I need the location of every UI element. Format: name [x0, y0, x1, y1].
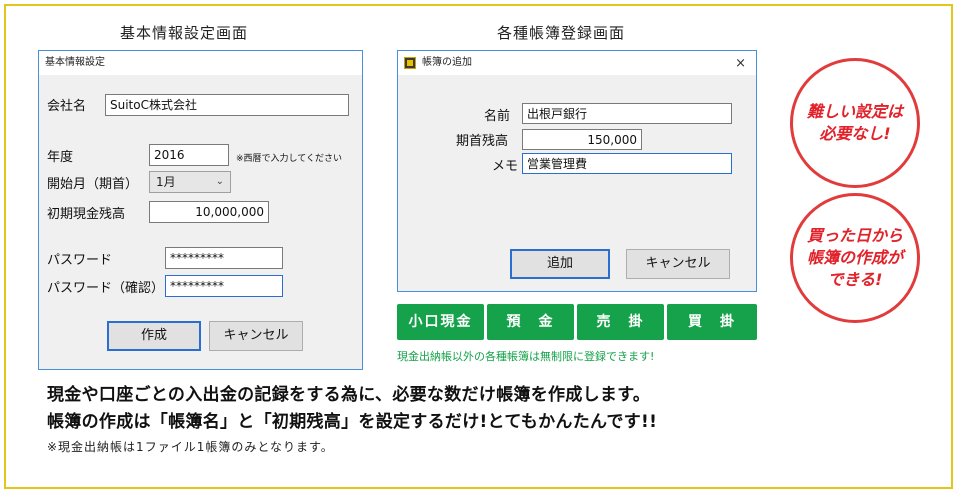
- ledger-type-payable: 買 掛: [667, 304, 757, 340]
- badge-bottom-line2: 帳簿の作成が: [806, 248, 903, 267]
- ledger-type-receivable: 売 掛: [577, 304, 664, 340]
- password-label: パスワード: [47, 253, 113, 268]
- ledger-type-petty-cash: 小口現金: [397, 304, 484, 340]
- badge-top-line2: 必要なし!: [819, 124, 891, 143]
- start-month-select[interactable]: 1月 ⌄: [149, 171, 231, 193]
- caption-basic: 基本情報設定画面: [120, 24, 249, 42]
- company-input[interactable]: SuitoC株式会社: [105, 94, 349, 116]
- year-label: 年度: [47, 150, 74, 165]
- ledger-add-window: 帳簿の追加 × 名前 出根戸銀行 期首残高 150,000 メモ 営業管理費 追…: [397, 50, 757, 292]
- basic-window-title: 基本情報設定: [39, 51, 362, 75]
- basic-cancel-button[interactable]: キャンセル: [209, 321, 303, 351]
- ledger-name-label: 名前: [484, 109, 511, 124]
- ledger-memo-input[interactable]: 営業管理費: [522, 153, 732, 174]
- description-line-2: 帳簿の作成は「帳簿名」と「初期残高」を設定するだけ!とてもかんたんです!!: [47, 412, 658, 432]
- ledger-title-text: 帳簿の追加: [422, 57, 472, 68]
- description-line-1: 現金や口座ごとの入出金の記録をする為に、必要な数だけ帳簿を作成します。: [47, 385, 651, 405]
- initial-cash-label: 初期現金残高: [47, 207, 126, 222]
- ledger-balance-input[interactable]: 150,000: [522, 129, 642, 150]
- year-input[interactable]: 2016: [149, 144, 229, 166]
- ledger-memo-label: メモ: [492, 159, 519, 174]
- company-label: 会社名: [47, 99, 87, 114]
- ledger-window-title: 帳簿の追加: [398, 51, 756, 75]
- unlimited-ledger-note: 現金出納帳以外の各種帳簿は無制限に登録できます!: [397, 350, 655, 363]
- ledger-name-input[interactable]: 出根戸銀行: [522, 103, 732, 124]
- close-icon[interactable]: ×: [735, 56, 746, 71]
- footnote: ※現金出納帳は1ファイル1帳簿のみとなります。: [47, 440, 334, 454]
- badge-no-difficult-setup: 難しい設定は 必要なし!: [790, 58, 920, 188]
- password-confirm-label: パスワード（確認）: [47, 281, 165, 296]
- chevron-down-icon: ⌄: [215, 176, 224, 187]
- ledger-balance-label: 期首残高: [456, 134, 509, 149]
- basic-settings-window: 基本情報設定 会社名 SuitoC株式会社 年度 2016 ※西暦で入力してくだ…: [38, 50, 363, 370]
- badge-bottom-line3: できる!: [827, 270, 883, 289]
- caption-ledger: 各種帳簿登録画面: [497, 24, 626, 42]
- badge-create-same-day: 買った日から 帳簿の作成が できる!: [790, 193, 920, 323]
- year-hint: ※西暦で入力してください: [236, 154, 343, 164]
- initial-cash-input[interactable]: 10,000,000: [149, 201, 269, 223]
- ledger-cancel-button[interactable]: キャンセル: [626, 249, 730, 279]
- ledger-type-deposit: 預 金: [487, 304, 574, 340]
- password-confirm-input[interactable]: *********: [165, 275, 283, 297]
- app-icon: [404, 57, 416, 69]
- badge-top-line1: 難しい設定は: [806, 102, 903, 121]
- create-button[interactable]: 作成: [107, 321, 201, 351]
- start-month-value: 1月: [156, 175, 176, 189]
- password-input[interactable]: *********: [165, 247, 283, 269]
- start-month-label: 開始月（期首）: [47, 177, 139, 192]
- badge-bottom-line1: 買った日から: [806, 226, 903, 245]
- add-button[interactable]: 追加: [510, 249, 610, 279]
